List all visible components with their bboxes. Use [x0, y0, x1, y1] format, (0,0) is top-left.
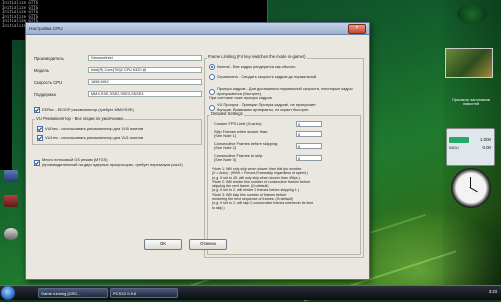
frame-skip-radio[interactable]: Пропуск кадров - Для достижения нормальн… — [209, 83, 361, 101]
frame-skip-notes: *Note 1: Will only skip when slower than… — [212, 167, 314, 210]
taskbar-item-game[interactable]: Game running [CRC... — [38, 288, 108, 298]
dialog-title: Настройка CPU — [29, 26, 63, 31]
consec-render-label: Consecutive Frames before skipping: (See… — [214, 141, 279, 151]
vu-group-legend: VU Рекомпилятор - Все опции по умолчанию — [35, 116, 125, 121]
frame-limiting-legend: Frame Limiting (F4 key switches the mode… — [207, 54, 307, 59]
stock-name: INDU — [449, 145, 459, 150]
checkbox-icon — [34, 160, 40, 167]
radio-icon — [209, 74, 215, 80]
support-value: MMX,SSE,SSE2,SSE3,SSSE3 — [88, 91, 202, 97]
close-button[interactable]: × — [348, 23, 366, 34]
checkbox-icon — [37, 126, 43, 132]
start-button[interactable] — [1, 286, 15, 300]
vendor-label: Производитель — [34, 56, 64, 61]
skip-frames-label: Skip Frames when slower than: (See Note … — [214, 129, 269, 139]
console-window-edge — [0, 40, 12, 170]
checkbox-icon — [37, 135, 43, 141]
bird-image — [457, 4, 487, 24]
clock-time[interactable]: 3:23 — [489, 289, 497, 294]
model-value: Intel(R) Core(TM)2 CPU 6320 @ — [88, 67, 202, 73]
clock-gadget[interactable] — [451, 168, 491, 208]
mtgs-checkbox[interactable]: Много потоковый GS режим (MTGS) (произво… — [34, 154, 204, 167]
dialog-titlebar[interactable]: Настройка CPU × — [26, 23, 369, 35]
cancel-button[interactable]: Отмена — [189, 239, 227, 250]
eerec-label: EERec - ЕЕ/IOP рекомпилятор (требует MMX… — [42, 107, 134, 113]
custom-fps-label: Custom FPS Limit (0=auto): — [214, 121, 263, 126]
detailed-settings-legend: Detailed Settings — [210, 111, 244, 116]
vu1-checkbox[interactable]: VU1rec - использовать рекомпилятор для V… — [37, 135, 143, 141]
vu0-label: VU0rec - использовать рекомпилятор для V… — [45, 126, 144, 132]
desktop-icon[interactable] — [0, 195, 22, 208]
support-label: Поддержка — [34, 92, 56, 97]
app-icon — [4, 195, 18, 207]
ok-button[interactable]: OK — [144, 239, 182, 250]
stock-gadget[interactable]: 1.000 0.00 INDU — [446, 128, 495, 166]
desktop-icon[interactable] — [0, 170, 22, 183]
taskbar: Game running [CRC... PCSX2 0.9.6 3:23 — [0, 285, 501, 300]
app-icon — [4, 170, 18, 182]
checkbox-icon — [34, 107, 40, 113]
speed-label: Скорость CPU — [34, 80, 63, 85]
taskbar-item-pcsx2[interactable]: PCSX2 0.9.6 — [110, 288, 178, 298]
vu0-checkbox[interactable]: VU0rec - использовать рекомпилятор для V… — [37, 126, 143, 132]
cpu-settings-dialog[interactable]: Настройка CPU × Производитель GenuineInt… — [25, 22, 370, 280]
vu1-label: VU1rec - использовать рекомпилятор для V… — [45, 135, 144, 141]
skip-frames-input[interactable]: 0 — [296, 131, 322, 137]
photo-gadget[interactable] — [445, 48, 493, 78]
consec-skip-input[interactable]: 0 — [296, 155, 322, 161]
frame-limit-radio[interactable]: Ограничить - Сводить скорость кадров до … — [209, 74, 317, 80]
app-icon — [4, 228, 18, 240]
radio-icon — [209, 64, 215, 70]
vu-recompiler-group — [32, 119, 202, 145]
stock-value: 0.00 — [482, 145, 491, 150]
consec-skip-label: Consecutive Frames to skip: (See Note 3) — [214, 153, 264, 163]
frame-limit-label: Ограничить - Сводить скорость кадров до … — [217, 74, 318, 80]
stock-value: 1.000 — [480, 137, 491, 142]
news-gadget-caption[interactable]: Просмотр заголовков новостей — [447, 98, 495, 107]
eerec-checkbox[interactable]: EERec - ЕЕ/IOP рекомпилятор (требует MMX… — [34, 107, 134, 113]
mtgs-label: Много потоковый GS режим (MTGS) (произво… — [42, 157, 183, 167]
vendor-value: GenuineIntel — [88, 55, 202, 61]
speed-value: 1898 MHZ — [88, 79, 202, 85]
custom-fps-input[interactable]: 0 — [296, 121, 322, 127]
consec-render-input[interactable]: 0 — [296, 143, 322, 149]
frame-normal-radio[interactable]: Normal - Все кадры рендерятся как обычно… — [209, 64, 296, 70]
model-label: Модель — [34, 68, 50, 73]
desktop-icon-ea[interactable] — [0, 228, 22, 241]
frame-normal-label: Normal - Все кадры рендерятся как обычно… — [217, 64, 297, 70]
